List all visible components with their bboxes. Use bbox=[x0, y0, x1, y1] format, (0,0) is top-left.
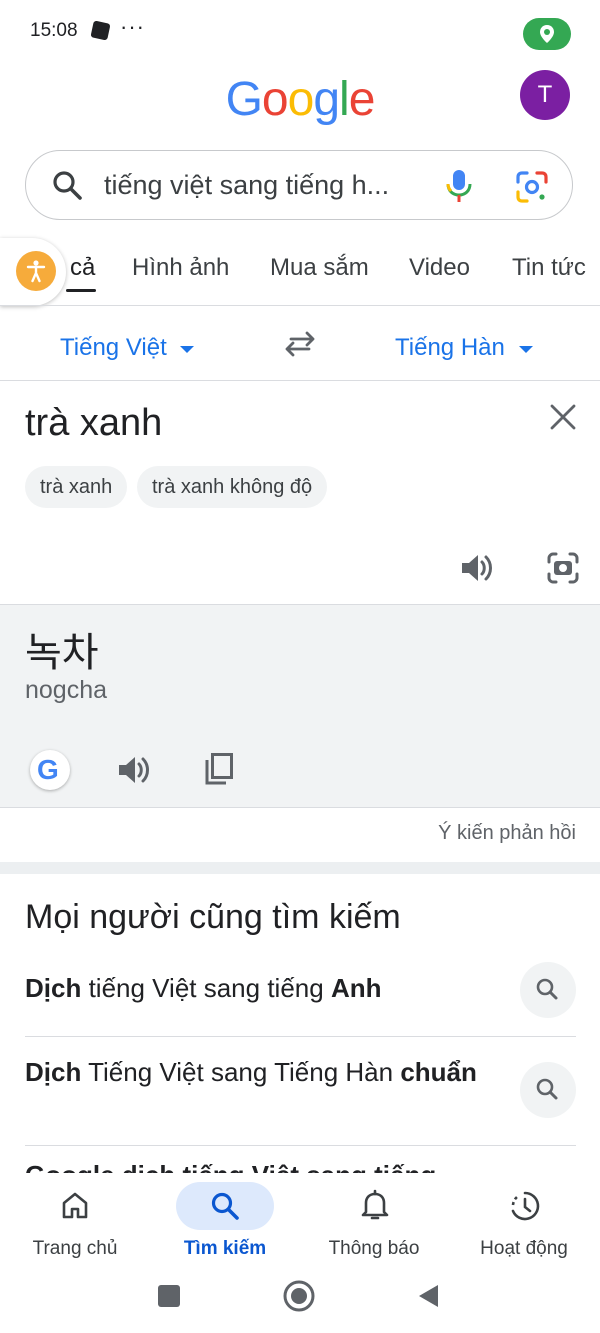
activity-history-icon[interactable] bbox=[508, 1189, 542, 1223]
tab-video[interactable]: Video bbox=[409, 254, 470, 282]
source-text-input[interactable]: trà xanh bbox=[25, 402, 162, 445]
logo-letter: G bbox=[225, 73, 263, 126]
google-logo: Google bbox=[0, 72, 600, 127]
logo-letter: g bbox=[313, 73, 340, 126]
divider bbox=[0, 305, 600, 306]
app-notification-icon bbox=[90, 20, 111, 41]
speaker-icon[interactable] bbox=[459, 551, 495, 585]
related-search-item[interactable]: Dịch Tiếng Việt sang Tiếng Hàn chuẩn bbox=[25, 1055, 485, 1090]
tab-news[interactable]: Tin tức bbox=[512, 254, 586, 282]
source-language-select[interactable]: Tiếng Việt bbox=[60, 334, 195, 362]
location-pin-icon bbox=[540, 25, 554, 43]
logo-letter: e bbox=[348, 73, 376, 126]
section-separator bbox=[0, 862, 600, 874]
google-g-icon: G bbox=[37, 754, 59, 785]
tab-images[interactable]: Hình ảnh bbox=[132, 254, 229, 282]
search-icon bbox=[50, 168, 84, 202]
chevron-down-icon bbox=[179, 344, 195, 354]
logo-letter: o bbox=[261, 73, 289, 126]
recents-button-icon[interactable] bbox=[158, 1285, 180, 1307]
romanization-text: nogcha bbox=[25, 676, 108, 704]
bell-icon[interactable] bbox=[360, 1189, 390, 1221]
search-tabs: cả Hình ảnh Mua sắm Video Tin tức bbox=[0, 246, 600, 306]
google-lens-icon[interactable] bbox=[514, 169, 550, 205]
clear-text-icon[interactable] bbox=[549, 403, 577, 431]
translated-text: 녹차 bbox=[25, 631, 99, 675]
source-language-label: Tiếng Việt bbox=[60, 334, 167, 361]
search-icon[interactable] bbox=[209, 1190, 241, 1222]
account-avatar[interactable]: T bbox=[520, 70, 570, 120]
google-translate-button[interactable]: G bbox=[30, 750, 70, 790]
nav-activity-label[interactable]: Hoạt động bbox=[459, 1238, 589, 1260]
target-language-select[interactable]: Tiếng Hàn bbox=[395, 334, 534, 362]
target-language-label: Tiếng Hàn bbox=[395, 334, 505, 361]
divider bbox=[0, 807, 600, 808]
nav-home-label[interactable]: Trang chủ bbox=[10, 1238, 140, 1260]
search-icon bbox=[536, 1078, 558, 1100]
copy-icon[interactable] bbox=[203, 752, 235, 786]
home-icon[interactable] bbox=[60, 1190, 90, 1220]
accessibility-icon bbox=[16, 251, 56, 291]
people-also-search-title: Mọi người cũng tìm kiếm bbox=[25, 898, 401, 936]
tab-all[interactable]: cả bbox=[70, 254, 95, 282]
chevron-down-icon bbox=[518, 344, 534, 354]
tab-shopping[interactable]: Mua sắm bbox=[270, 254, 369, 282]
related-search-item[interactable]: Dịch tiếng Việt sang tiếng Anh bbox=[25, 971, 485, 1006]
back-button-icon[interactable] bbox=[416, 1283, 440, 1309]
speaker-icon[interactable] bbox=[116, 753, 152, 787]
feedback-link[interactable]: Ý kiến phản hồi bbox=[438, 822, 576, 845]
logo-letter: l bbox=[339, 73, 350, 126]
logo-letter: o bbox=[287, 73, 315, 126]
nav-search-label[interactable]: Tìm kiếm bbox=[160, 1238, 290, 1260]
microphone-icon[interactable] bbox=[444, 168, 474, 204]
suggestion-chip[interactable]: trà xanh không độ bbox=[137, 466, 328, 508]
suggestion-chip[interactable]: trà xanh bbox=[25, 466, 128, 508]
home-button-icon[interactable] bbox=[282, 1279, 316, 1313]
divider bbox=[25, 1145, 576, 1146]
divider bbox=[0, 380, 600, 381]
divider bbox=[25, 1036, 576, 1037]
active-tab-indicator bbox=[66, 289, 96, 292]
nav-notifications-label[interactable]: Thông báo bbox=[309, 1238, 439, 1260]
search-query[interactable]: tiếng việt sang tiếng h... bbox=[104, 170, 389, 201]
swap-languages-icon[interactable] bbox=[283, 330, 317, 358]
more-notifications-icon: ··· bbox=[120, 14, 145, 39]
related-search-button[interactable] bbox=[520, 1062, 576, 1118]
location-indicator bbox=[523, 18, 571, 50]
status-time: 15:08 bbox=[30, 20, 78, 41]
related-search-button[interactable] bbox=[520, 962, 576, 1018]
camera-translate-icon[interactable] bbox=[546, 551, 580, 585]
search-icon bbox=[536, 978, 558, 1000]
